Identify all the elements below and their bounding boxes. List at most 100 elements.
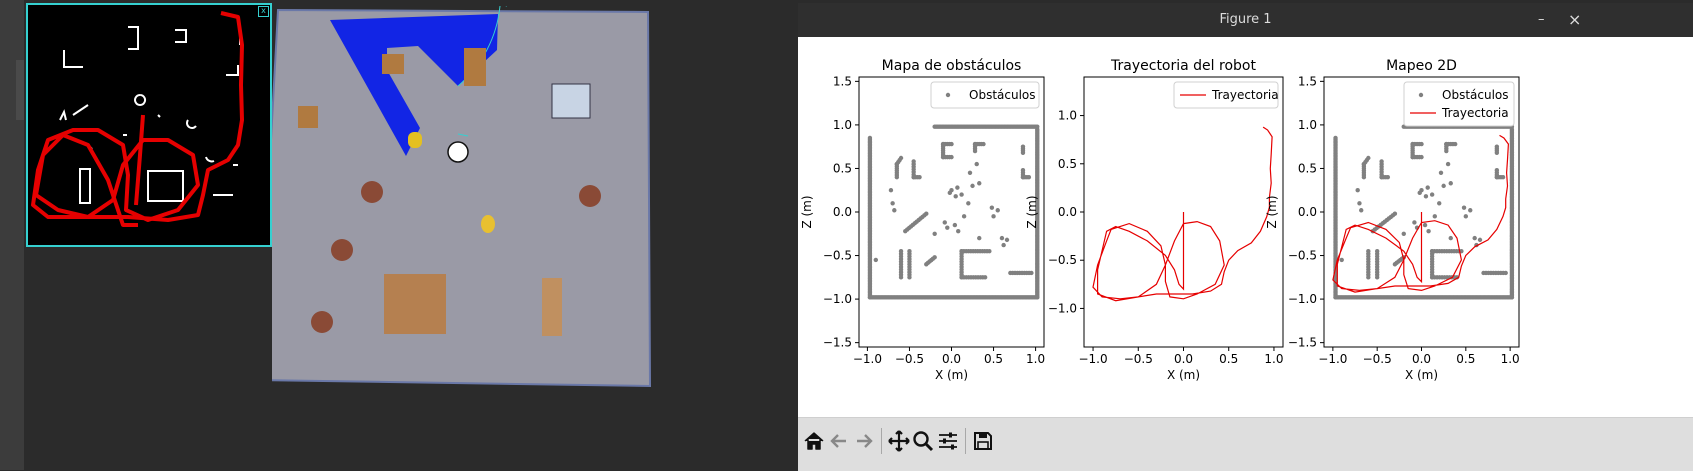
- pan-icon[interactable]: [886, 428, 912, 454]
- obstacle-point: [890, 201, 895, 206]
- obstacle-point: [1438, 170, 1444, 176]
- y-tick-label: −1.5: [1288, 336, 1317, 350]
- obstacle-point: [1355, 188, 1360, 193]
- barrel-object: [579, 185, 601, 207]
- obstacle-point: [1357, 201, 1362, 206]
- minimap-close-icon[interactable]: x: [258, 6, 269, 17]
- obstacle-point: [949, 188, 954, 193]
- x-tick-label: −1.0: [853, 352, 882, 366]
- x-tick-label: −1.0: [1078, 352, 1107, 366]
- save-icon[interactable]: [970, 428, 996, 454]
- simulator-viewport[interactable]: x: [0, 0, 798, 470]
- configure-subplots-icon[interactable]: [935, 428, 961, 454]
- obstacle-points-series: [1333, 124, 1515, 300]
- forward-arrow-icon[interactable]: [851, 428, 877, 454]
- chart-title: Mapeo 2D: [1386, 58, 1457, 74]
- obstacle-point: [1339, 257, 1344, 263]
- y-tick-label: −1.0: [823, 292, 852, 306]
- obstacle-point: [1392, 211, 1398, 216]
- window-titlebar[interactable]: Figure 1 – ×: [798, 3, 1693, 37]
- obstacle-point: [1494, 167, 1500, 173]
- 3d-arena-view[interactable]: [256, 3, 712, 426]
- robot-object: [408, 132, 422, 148]
- obstacle-point: [924, 211, 929, 216]
- y-tick-label: 0.5: [1298, 161, 1317, 175]
- obstacle-point: [981, 141, 986, 147]
- y-axis-label: Z (m): [1025, 195, 1039, 228]
- obstacle-point: [1401, 231, 1406, 236]
- x-tick-label: 1.0: [1501, 352, 1520, 366]
- obstacle-point: [873, 257, 879, 263]
- x-tick-label: −0.5: [1124, 352, 1153, 366]
- barrel-object: [311, 311, 333, 333]
- obstacle-point: [1452, 141, 1458, 147]
- obstacle-point: [1029, 270, 1034, 276]
- obstacle-point: [907, 275, 912, 280]
- obstacle-point: [949, 154, 954, 160]
- legend-marker: [1418, 92, 1424, 98]
- obstacle-point: [1412, 220, 1417, 225]
- obstacle-point: [982, 275, 988, 280]
- obstacle-point: [1461, 205, 1467, 210]
- obstacle-point: [999, 235, 1005, 241]
- obstacle-point: [952, 222, 958, 228]
- x-tick-label: 0.0: [1174, 352, 1193, 366]
- obstacle-point: [1419, 188, 1424, 193]
- obstacle-point: [1366, 155, 1371, 161]
- obstacle-point: [1422, 222, 1428, 228]
- back-arrow-icon[interactable]: [826, 428, 852, 454]
- obstacle-point: [1503, 270, 1508, 276]
- obstacle-point: [1419, 154, 1424, 160]
- obstacle-point: [888, 188, 894, 193]
- obstacle-point: [917, 174, 922, 180]
- obstacle-point: [1437, 201, 1442, 206]
- home-icon[interactable]: [801, 428, 827, 454]
- obstacle-point: [1423, 194, 1429, 199]
- arena-canvas: [256, 3, 652, 388]
- y-tick-label: −0.5: [1288, 249, 1317, 263]
- obstacle-point: [932, 255, 937, 260]
- obstacle-point: [1035, 124, 1040, 129]
- figure-window[interactable]: Figure 1 – × −1.0 −0.5 0.0 0.5 1.0 −1.5 −1.0 −0…: [798, 3, 1693, 471]
- y-tick-label: 0.5: [833, 161, 852, 175]
- obstacle-point: [892, 208, 897, 213]
- obstacle-point: [1385, 174, 1391, 180]
- obstacle-point: [977, 235, 982, 241]
- obstacle-point: [1463, 214, 1469, 219]
- legend-marker: [945, 92, 951, 98]
- obstacle-point: [987, 248, 992, 254]
- occupancy-minimap[interactable]: x: [26, 3, 272, 247]
- y-axis-label: Z (m): [1265, 195, 1279, 228]
- obstacle-point: [1026, 174, 1032, 180]
- obstacle-point: [972, 148, 978, 154]
- obstacle-point: [967, 170, 973, 176]
- shelf-object: [551, 83, 591, 119]
- obstacle-point: [1472, 235, 1477, 241]
- x-tick-label: 0.0: [1412, 352, 1431, 366]
- simulator-side-strip: [0, 0, 24, 470]
- soccer-ball: [447, 141, 469, 163]
- trajectory-line: [1092, 126, 1273, 302]
- minimize-icon[interactable]: –: [1538, 3, 1545, 37]
- obstacle-point: [961, 214, 967, 219]
- x-tick-label: 0.5: [1456, 352, 1475, 366]
- obstacle-point: [955, 185, 960, 190]
- obstacle-point: [898, 275, 904, 280]
- y-tick-label: −0.5: [823, 249, 852, 263]
- x-tick-label: −0.5: [1363, 352, 1392, 366]
- obstacle-point: [1429, 192, 1435, 197]
- x-tick-label: 1.0: [1026, 352, 1045, 366]
- legend-label: Obstáculos: [1442, 88, 1509, 102]
- close-icon[interactable]: ×: [1568, 3, 1581, 37]
- minimap-obstacles: [59, 26, 241, 204]
- x-tick-label: 0.5: [1219, 352, 1238, 366]
- x-axis-label: X (m): [1167, 368, 1200, 382]
- zoom-icon[interactable]: [910, 428, 936, 454]
- obstacle-point: [953, 194, 958, 199]
- obstacle-point: [1366, 275, 1371, 280]
- obstacle-point: [1419, 141, 1424, 147]
- y-tick-label: 1.0: [833, 118, 852, 132]
- obstacle-point: [1448, 181, 1453, 186]
- obstacle-point: [989, 205, 995, 210]
- y-tick-label: −0.5: [1048, 253, 1077, 267]
